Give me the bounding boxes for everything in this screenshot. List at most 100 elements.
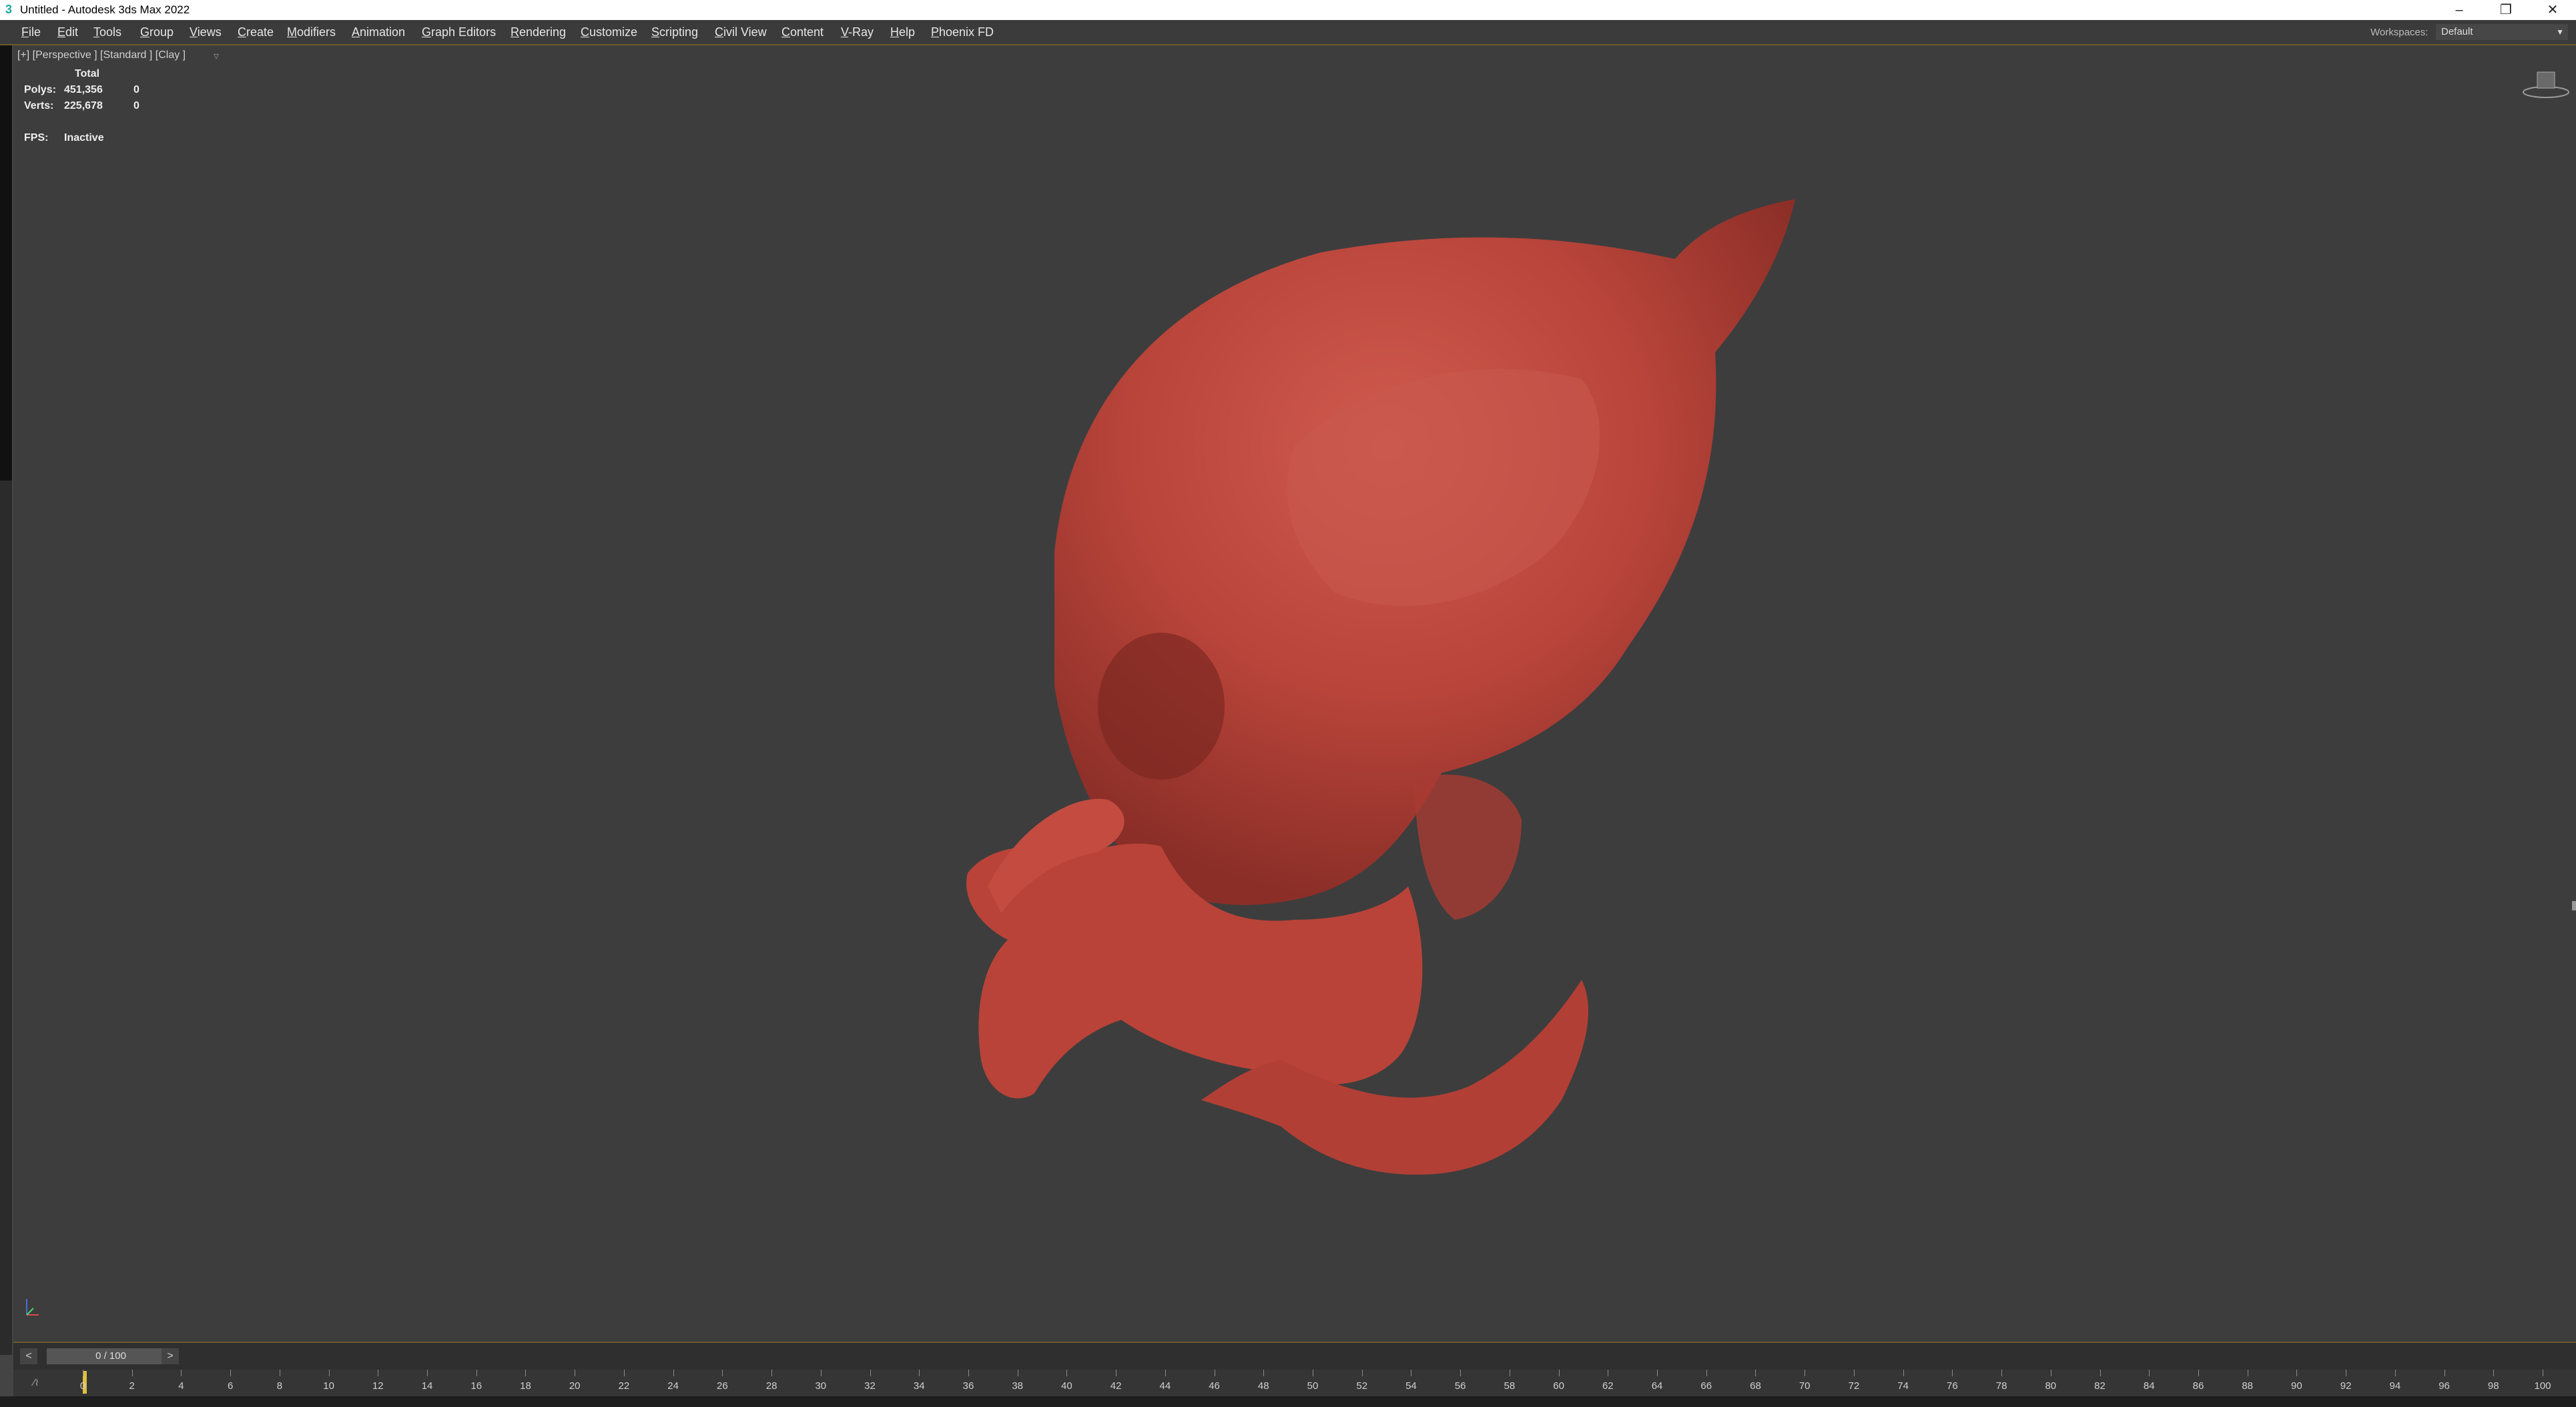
timeline-tick-label: 88 <box>2242 1380 2254 1392</box>
timeline-tick-label: 64 <box>1651 1380 1663 1392</box>
timeline-tick-label: 82 <box>2094 1380 2106 1392</box>
polys-selected: 0 <box>133 84 139 95</box>
workspaces-value: Default <box>2441 26 2473 37</box>
timeline-tick <box>1903 1370 1904 1376</box>
menu-group[interactable]: Group <box>140 25 174 39</box>
timeline-tick <box>2100 1370 2101 1376</box>
menu-graph-editors[interactable]: Graph Editors <box>422 25 496 39</box>
menu-views[interactable]: Views <box>190 25 222 39</box>
time-slider-prev-button[interactable]: < <box>20 1348 37 1364</box>
timeline-tick-label: 54 <box>1405 1380 1417 1392</box>
timeline-tick <box>181 1370 182 1376</box>
timeline-tick-label: 6 <box>227 1380 234 1392</box>
timeline-tick-label: 38 <box>1012 1380 1024 1392</box>
viewport-label[interactable]: [+] [Perspective ] [Standard ] [Clay ] <box>17 49 186 61</box>
timeline-tick-label: 16 <box>470 1380 482 1392</box>
timeline-tick-label: 34 <box>913 1380 925 1392</box>
timeline-tick <box>722 1370 723 1376</box>
menu-customize[interactable]: Customize <box>581 25 637 39</box>
menu-animation[interactable]: Animation <box>352 25 405 39</box>
timeline-tick-label: 80 <box>2045 1380 2057 1392</box>
menu-modifiers[interactable]: Modifiers <box>287 25 336 39</box>
timeline-tick <box>2001 1370 2003 1376</box>
timeline-tick-label: 86 <box>2192 1380 2204 1392</box>
timeline-tick-label: 42 <box>1110 1380 1122 1392</box>
menu-phoenix-fd[interactable]: Phoenix FD <box>931 25 994 39</box>
app-icon: 3 <box>5 3 13 16</box>
verts-selected: 0 <box>133 100 139 111</box>
timeline-tick <box>1263 1370 1265 1376</box>
scroll-marker <box>2572 901 2576 910</box>
timeline-trackbar[interactable]: ∕≀ 0 2 4 6 8 10 12 14 16 18 20 22 24 26 28 30 32 34 36 38 40… <box>13 1370 2576 1396</box>
viewcube-icon[interactable] <box>2523 68 2569 101</box>
timeline-tick <box>1165 1370 1166 1376</box>
timeline-tick-label: 14 <box>421 1380 433 1392</box>
timeline-tick <box>1657 1370 1658 1376</box>
axis-tripod-icon <box>26 1299 39 1316</box>
time-slider-handle[interactable]: 0 / 100 <box>47 1348 175 1364</box>
left-panel <box>0 481 12 1355</box>
left-panel-dark <box>0 45 12 481</box>
timeline-tick <box>673 1370 674 1376</box>
fps-label: FPS: <box>24 132 49 144</box>
menu-create[interactable]: Create <box>238 25 274 39</box>
menu-file[interactable]: File <box>21 25 41 39</box>
menu-civil-view[interactable]: Civil View <box>715 25 767 39</box>
timeline-tick <box>525 1370 527 1376</box>
timeline-tick-label: 4 <box>178 1380 184 1392</box>
timeline-ruler[interactable]: 0 2 4 6 8 10 12 14 16 18 20 22 24 26 28 30 32 34 36 38 40 42 4… <box>80 1370 2551 1396</box>
timeline-tick-label: 26 <box>717 1380 728 1392</box>
timeline-tick-label: 46 <box>1209 1380 1220 1392</box>
timeline-tick <box>1558 1370 1560 1376</box>
timeline-tick-label: 90 <box>2291 1380 2302 1392</box>
close-button[interactable]: ✕ <box>2529 0 2576 20</box>
menu-edit[interactable]: Edit <box>57 25 78 39</box>
menu-help[interactable]: Help <box>890 25 915 39</box>
timeline-tick-label: 56 <box>1454 1380 1466 1392</box>
timeline-tick-label: 40 <box>1061 1380 1072 1392</box>
verts-total: 225,678 <box>64 100 103 111</box>
timeline-tick-label: 8 <box>276 1380 283 1392</box>
menu-tools[interactable]: Tools <box>93 25 121 39</box>
timeline-tick <box>2394 1370 2396 1376</box>
timeline-tick <box>427 1370 428 1376</box>
menu-vray[interactable]: V-Ray <box>841 25 874 39</box>
timeline-tick-label: 60 <box>1553 1380 1564 1392</box>
timeline-tick-label: 68 <box>1750 1380 1761 1392</box>
chevron-down-icon: ▼ <box>2556 27 2564 37</box>
timeline-tick-label: 66 <box>1700 1380 1712 1392</box>
timeline-tick-label: 30 <box>815 1380 827 1392</box>
menu-content[interactable]: Content <box>781 25 824 39</box>
timeline-tick <box>919 1370 920 1376</box>
timeline-tick-label: 48 <box>1257 1380 1269 1392</box>
workspaces-dropdown[interactable]: Default ▼ <box>2436 24 2568 40</box>
time-slider-next-button[interactable]: > <box>162 1348 179 1364</box>
perspective-viewport[interactable]: [+] [Perspective ] [Standard ] [Clay ] ▿… <box>13 45 2576 1343</box>
timeline-tick <box>771 1370 773 1376</box>
restore-button[interactable]: ❐ <box>2483 0 2529 20</box>
timeline-tick <box>328 1370 330 1376</box>
timeline-tick <box>1853 1370 1855 1376</box>
creature-sculpt-model[interactable] <box>814 179 1815 1213</box>
timeline-tick-label: 72 <box>1848 1380 1860 1392</box>
menu-scripting[interactable]: Scripting <box>651 25 698 39</box>
timeline-tick-label: 78 <box>1995 1380 2007 1392</box>
menu-rendering[interactable]: Rendering <box>511 25 566 39</box>
timeline-tick-label: 20 <box>569 1380 581 1392</box>
polys-total: 451,356 <box>64 84 103 95</box>
minimize-button[interactable]: – <box>2436 0 2483 20</box>
filter-icon[interactable]: ▿ <box>214 49 219 63</box>
timeline-tick <box>1952 1370 1953 1376</box>
timeline-tick-label: 100 <box>2534 1380 2551 1392</box>
timeline-tick <box>476 1370 477 1376</box>
timeline-tick-label: 94 <box>2389 1380 2401 1392</box>
timeline-tick <box>2198 1370 2199 1376</box>
taskbar <box>0 1396 2576 1407</box>
curve-editor-icon[interactable]: ∕≀ <box>33 1376 39 1388</box>
timeline-tick <box>2493 1370 2495 1376</box>
timeline-tick <box>870 1370 871 1376</box>
timeline-tick-label: 50 <box>1307 1380 1319 1392</box>
workspaces-label: Workspaces: <box>2370 27 2429 38</box>
timeline-tick-label: 52 <box>1356 1380 1368 1392</box>
timeline-tick-label: 98 <box>2487 1380 2499 1392</box>
